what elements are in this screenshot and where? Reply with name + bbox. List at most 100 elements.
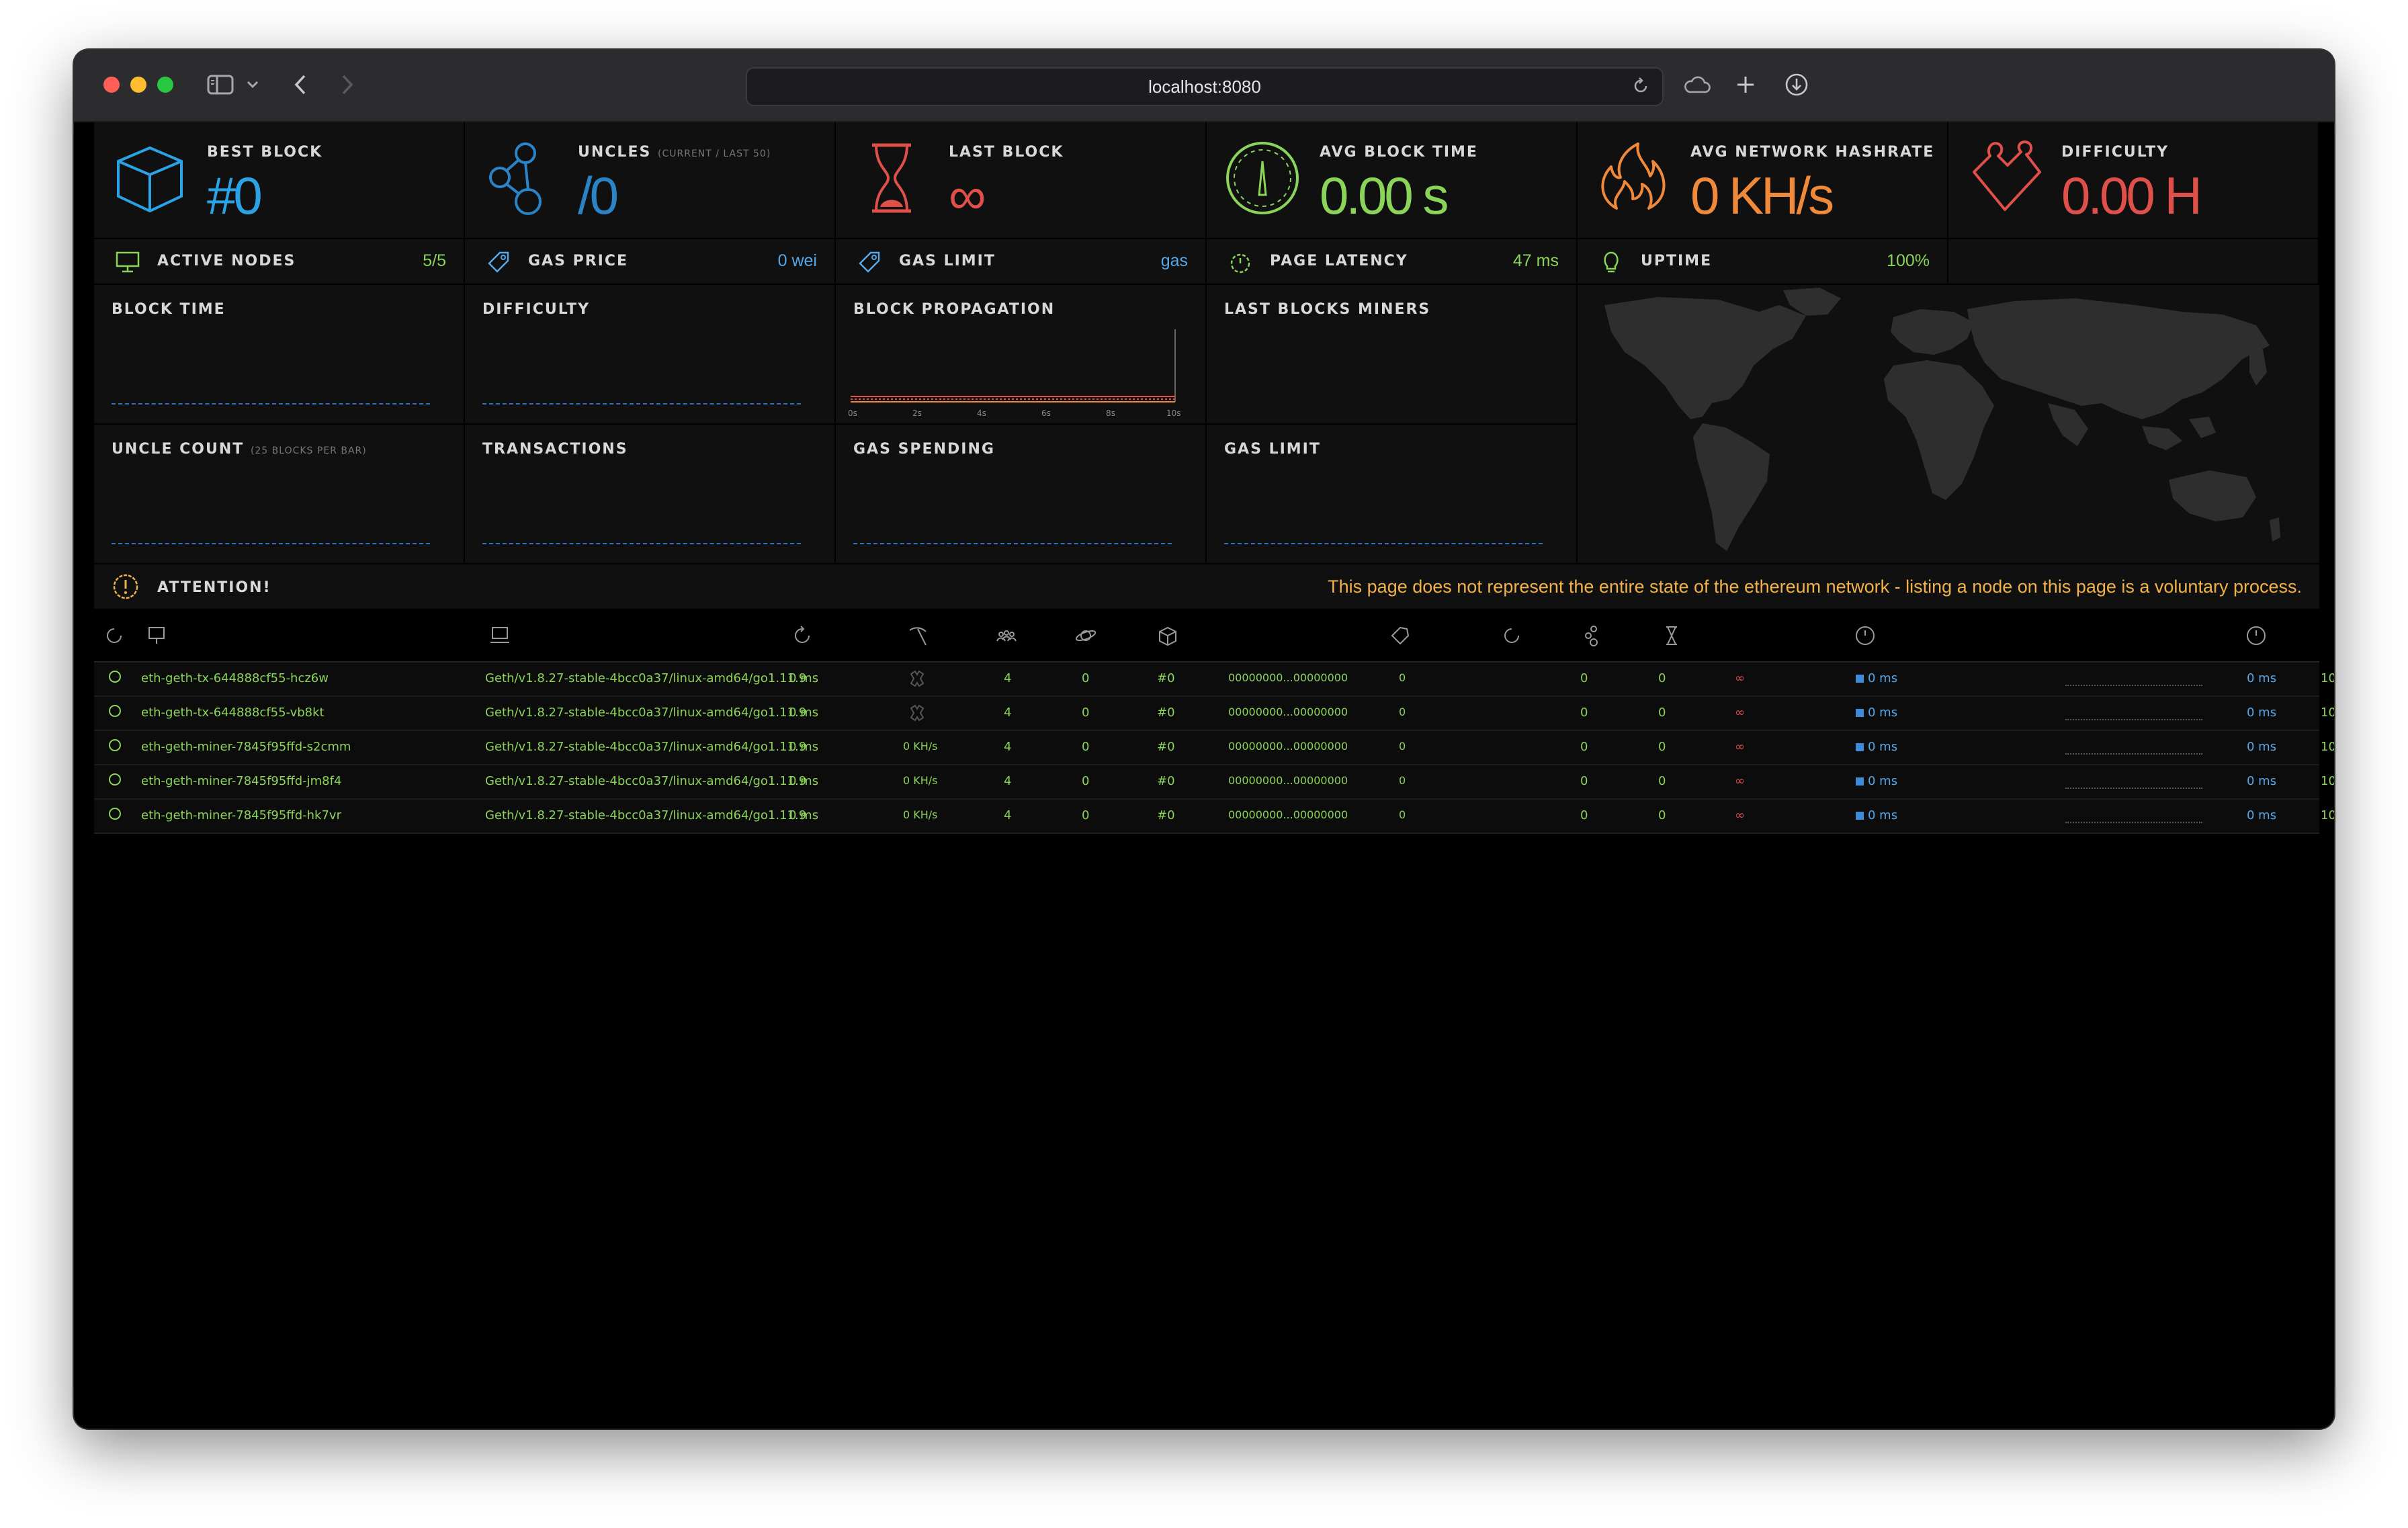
node-type-sort-icon[interactable] — [488, 624, 512, 648]
uncles-circle-icon[interactable] — [1500, 624, 1524, 648]
node-uptime: 100% — [2321, 671, 2334, 685]
node-propagation-value: 0 ms — [1868, 671, 1898, 685]
close-window-button[interactable] — [103, 77, 120, 93]
node-pending: 0 — [1082, 671, 1090, 685]
forward-arrow-icon[interactable] — [337, 71, 357, 98]
transactions-tag-icon[interactable] — [1388, 624, 1412, 648]
table-row[interactable]: eth-geth-tx-644888cf55-hcz6w Geth/v1.8.2… — [94, 663, 2334, 697]
table-row[interactable]: eth-geth-tx-644888cf55-vb8kt Geth/v1.8.2… — [94, 697, 2334, 731]
icloud-icon[interactable] — [1681, 71, 1713, 98]
node-avg-propagation: 0 ms — [2247, 706, 2277, 720]
zoom-window-button[interactable] — [157, 77, 173, 93]
mini-label: ACTIVE NODES — [157, 253, 296, 269]
node-status-icon — [109, 739, 121, 751]
node-difficulty: 0 — [1399, 671, 1406, 684]
node-propagation-value: 0 ms — [1868, 740, 1898, 754]
chart-title: GAS SPENDING — [853, 441, 995, 458]
node-status-icon — [109, 773, 121, 786]
world-map-graphic — [1604, 288, 2280, 551]
minimize-window-button[interactable] — [130, 77, 146, 93]
stat-difficulty: DIFFICULTY 0.00 H — [1948, 122, 2318, 238]
stat-label: AVG NETWORK HASHRATE — [1690, 144, 1935, 161]
chevron-down-icon[interactable] — [245, 71, 261, 98]
node-propagation-value: 0 ms — [1868, 774, 1898, 788]
downloads-icon[interactable] — [1783, 71, 1810, 98]
uncles-label: UNCLES — [578, 144, 652, 161]
node-peers: 4 — [1004, 774, 1012, 788]
node-pending: 0 — [1082, 774, 1090, 788]
pending-planet-icon[interactable] — [1074, 624, 1098, 648]
pickaxe-icon[interactable] — [906, 624, 930, 648]
chart-uncle-count: UNCLE COUNT (25 BLOCKS PER BAR) — [94, 425, 464, 563]
node-avg-propagation: 0 ms — [2247, 774, 2277, 788]
browser-toolbar: localhost:8080 — [74, 50, 2334, 122]
tag-icon — [488, 251, 509, 273]
node-uptime: 100% — [2321, 808, 2334, 822]
chart-title: BLOCK TIME — [112, 301, 226, 318]
node-last-block: ∞ — [1735, 774, 1745, 788]
mini-label: GAS PRICE — [528, 253, 629, 269]
tag-icon — [859, 251, 880, 273]
node-difficulty: 0 — [1399, 706, 1406, 718]
cube-icon — [117, 146, 183, 213]
propagation-square-icon — [1856, 812, 1864, 820]
node-latency: 0 ms — [789, 706, 819, 720]
gas-limit-value: gas — [1160, 251, 1188, 270]
status-sort-icon[interactable] — [102, 624, 126, 648]
uncles-note: (CURRENT / LAST 50) — [658, 148, 771, 159]
hourglass-icon[interactable] — [1660, 624, 1684, 648]
uptime-lightbulb-icon[interactable] — [2329, 624, 2334, 648]
gas-price-value: 0 wei — [777, 251, 817, 270]
node-mining-hashrate: 0 KH/s — [903, 808, 938, 821]
mini-page-latency: PAGE LATENCY 47 ms — [1207, 239, 1576, 284]
block-cube-icon[interactable] — [1156, 624, 1180, 648]
last-block-value: ∞ — [949, 166, 986, 225]
node-uncles: 0 — [1658, 774, 1666, 788]
propagation-gauge-icon[interactable] — [1853, 624, 1877, 648]
not-mining-icon — [910, 670, 924, 687]
flame-icon — [1601, 142, 1666, 210]
node-uptime: 100% — [2321, 774, 2334, 788]
node-pending: 0 — [1082, 808, 1090, 822]
mini-label: GAS LIMIT — [899, 253, 996, 269]
chart-title: TRANSACTIONS — [482, 441, 628, 458]
node-pending: 0 — [1082, 706, 1090, 720]
node-uptime: 100% — [2321, 706, 2334, 720]
node-status-icon — [109, 705, 121, 717]
page-latency-value: 47 ms — [1512, 251, 1559, 270]
table-row[interactable]: eth-geth-miner-7845f95ffd-jm8f4 Geth/v1.… — [94, 765, 2334, 800]
back-arrow-icon[interactable] — [290, 71, 310, 98]
propagation-square-icon — [1856, 675, 1864, 683]
node-client: Geth/v1.8.27-stable-4bcc0a37/linux-amd64… — [485, 774, 807, 788]
mini-label: PAGE LATENCY — [1270, 253, 1408, 269]
peers-icon[interactable] — [994, 624, 1019, 648]
node-avg-propagation: 0 ms — [2247, 808, 2277, 822]
node-transactions: 0 — [1580, 671, 1588, 685]
node-pending: 0 — [1082, 740, 1090, 754]
ethstats-dashboard: BEST BLOCK #0 UNCLES (CURRENT / LAST 50)… — [94, 122, 2334, 1429]
table-row[interactable]: eth-geth-miner-7845f95ffd-s2cmm Geth/v1.… — [94, 731, 2334, 765]
stat-label: LAST BLOCK — [949, 144, 1064, 161]
latency-sort-icon[interactable] — [790, 624, 814, 648]
new-tab-plus-icon[interactable] — [1733, 71, 1758, 98]
sidebar-toggle-icon[interactable] — [206, 71, 235, 98]
node-latency: 0 ms — [789, 774, 819, 788]
node-hash: 00000000...00000000 — [1228, 774, 1348, 787]
reload-icon[interactable] — [1631, 77, 1650, 100]
node-name-sort-icon[interactable] — [145, 624, 169, 648]
table-row[interactable]: eth-geth-miner-7845f95ffd-hk7vr Geth/v1.… — [94, 800, 2334, 834]
chart-baseline — [853, 543, 1172, 544]
uncles-nodes-icon[interactable] — [1580, 624, 1604, 648]
monitor-icon — [116, 251, 140, 273]
node-client: Geth/v1.8.27-stable-4bcc0a37/linux-amd64… — [485, 671, 807, 685]
mini-empty — [1948, 239, 2318, 284]
node-hash: 00000000...00000000 — [1228, 808, 1348, 821]
propagation-tick-5: 10s — [1166, 409, 1181, 418]
node-hash: 00000000...00000000 — [1228, 706, 1348, 718]
address-bar[interactable]: localhost:8080 — [746, 67, 1664, 106]
avg-propagation-gauge-icon[interactable] — [2244, 624, 2268, 648]
uncles-nodes-icon — [489, 142, 542, 215]
node-hash: 00000000...00000000 — [1228, 740, 1348, 753]
chart-baseline — [482, 543, 801, 544]
difficulty-value: 0.00 H — [2061, 166, 2202, 225]
